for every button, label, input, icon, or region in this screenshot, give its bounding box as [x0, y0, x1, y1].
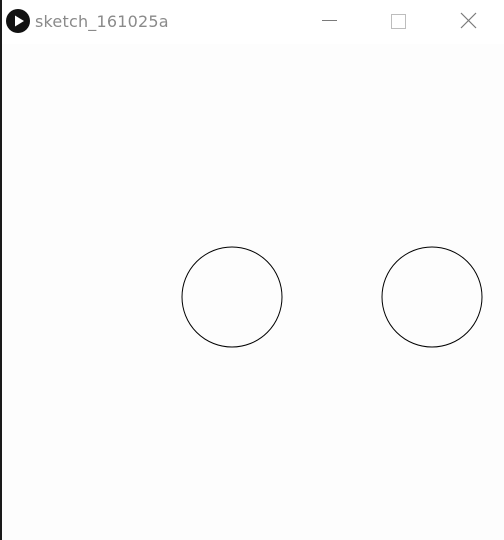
close-button[interactable] [444, 0, 490, 44]
sketch-canvas[interactable] [2, 44, 504, 540]
sketch-drawing [181, 246, 483, 348]
close-icon [460, 12, 477, 29]
processing-play-icon[interactable] [6, 9, 30, 33]
title-bar[interactable]: sketch_161025a [2, 0, 504, 44]
sketch-window: sketch_161025a [0, 0, 504, 540]
maximize-icon [391, 14, 406, 29]
minimize-icon [322, 20, 337, 21]
window-title: sketch_161025a [35, 12, 169, 31]
sketch-circle-left [181, 246, 283, 348]
minimize-button[interactable] [304, 0, 350, 44]
maximize-button[interactable] [374, 0, 420, 44]
sketch-circle-right [381, 246, 483, 348]
